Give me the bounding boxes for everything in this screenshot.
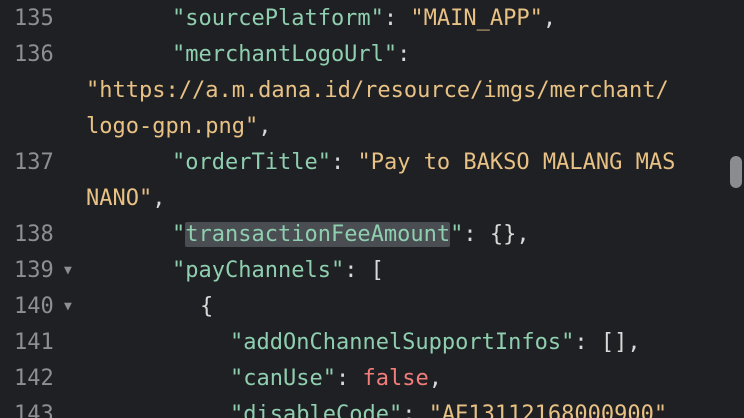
code-token: " — [172, 222, 186, 247]
code-line: 135 "sourcePlatform": "MAIN_APP", — [0, 1, 744, 37]
code-token: , — [542, 6, 557, 31]
code-token: "payChannels" — [172, 258, 345, 283]
code-text: "disableCode": "AE13112168000900" — [230, 397, 667, 418]
code-token: "canUse" — [230, 366, 336, 391]
code-line: 142 "canUse": false, — [0, 361, 744, 397]
code-line: 138 "transactionFeeAmount": {}, — [0, 217, 744, 253]
code-text: NANO", — [86, 181, 165, 217]
code-token: : [], — [574, 330, 641, 355]
code-token: , — [152, 186, 166, 211]
code-line: 141 "addOnChannelSupportInfos": [], — [0, 325, 744, 361]
code-token: " — [450, 222, 464, 247]
code-token: : — [330, 150, 358, 175]
code-token: : — [402, 402, 429, 418]
code-token: "disableCode" — [230, 402, 403, 418]
code-text: logo-gpn.png", — [86, 109, 271, 145]
code-text: "addOnChannelSupportInfos": [], — [230, 325, 641, 361]
code-line: 136 "merchantLogoUrl": — [0, 37, 744, 73]
code-token: { — [200, 294, 214, 319]
search-highlight: transactionFeeAmount — [185, 222, 451, 247]
code-text: "canUse": false, — [230, 361, 442, 397]
code-token: "AE13112168000900" — [428, 402, 668, 418]
code-token: , — [258, 114, 272, 139]
code-token: "Pay to BAKSO MALANG MAS — [357, 150, 676, 175]
code-text: { — [200, 289, 213, 325]
code-line: 143 "disableCode": "AE13112168000900" — [0, 397, 744, 418]
fold-toggle-icon[interactable]: ▼ — [64, 253, 72, 289]
line-number: 142 — [14, 366, 54, 391]
vertical-scrollbar-thumb[interactable] — [730, 156, 742, 188]
code-token: "orderTitle" — [172, 150, 331, 175]
code-editor[interactable]: 135 "sourcePlatform": "MAIN_APP", 136 "merc… — [0, 0, 744, 418]
code-token: , — [428, 366, 442, 391]
line-number: 137 — [14, 150, 54, 175]
code-text: "sourcePlatform": "MAIN_APP", — [172, 1, 556, 37]
line-number: 135 — [14, 6, 54, 31]
code-line: 139 ▼ "payChannels": [ — [0, 253, 744, 289]
code-text: "merchantLogoUrl": — [172, 37, 410, 73]
line-number: 143 — [14, 402, 54, 418]
code-line: 137 "orderTitle": "Pay to BAKSO MALANG MA… — [0, 145, 744, 181]
code-token: "https://a.m.dana.id/resource/imgs/merch… — [86, 78, 669, 103]
code-line: logo-gpn.png", — [0, 109, 744, 145]
line-number: 140 — [14, 294, 54, 319]
code-text: "transactionFeeAmount": {}, — [172, 217, 530, 253]
fold-toggle-icon[interactable]: ▼ — [64, 289, 72, 325]
code-text: "orderTitle": "Pay to BAKSO MALANG MAS — [172, 145, 675, 181]
code-token: false — [362, 366, 429, 391]
code-token: NANO" — [86, 186, 153, 211]
code-token: "sourcePlatform" — [172, 6, 384, 31]
code-line: 140 ▼ { — [0, 289, 744, 325]
line-number: 138 — [14, 222, 54, 247]
code-token: : — [383, 6, 411, 31]
code-token: "MAIN_APP" — [410, 6, 543, 31]
line-number: 136 — [14, 42, 54, 67]
code-token: "addOnChannelSupportInfos" — [230, 330, 575, 355]
line-number: 141 — [14, 330, 54, 355]
code-text: "https://a.m.dana.id/resource/imgs/merch… — [86, 73, 669, 109]
code-token: : {}, — [463, 222, 530, 247]
code-token: logo-gpn.png" — [86, 114, 259, 139]
code-token: "merchantLogoUrl" — [172, 42, 398, 67]
line-number: 139 — [14, 258, 54, 283]
code-line: NANO", — [0, 181, 744, 217]
code-line: "https://a.m.dana.id/resource/imgs/merch… — [0, 73, 744, 109]
code-token: : — [397, 42, 411, 67]
code-token: : — [335, 366, 363, 391]
code-token: : [ — [344, 258, 384, 283]
code-text: "payChannels": [ — [172, 253, 384, 289]
